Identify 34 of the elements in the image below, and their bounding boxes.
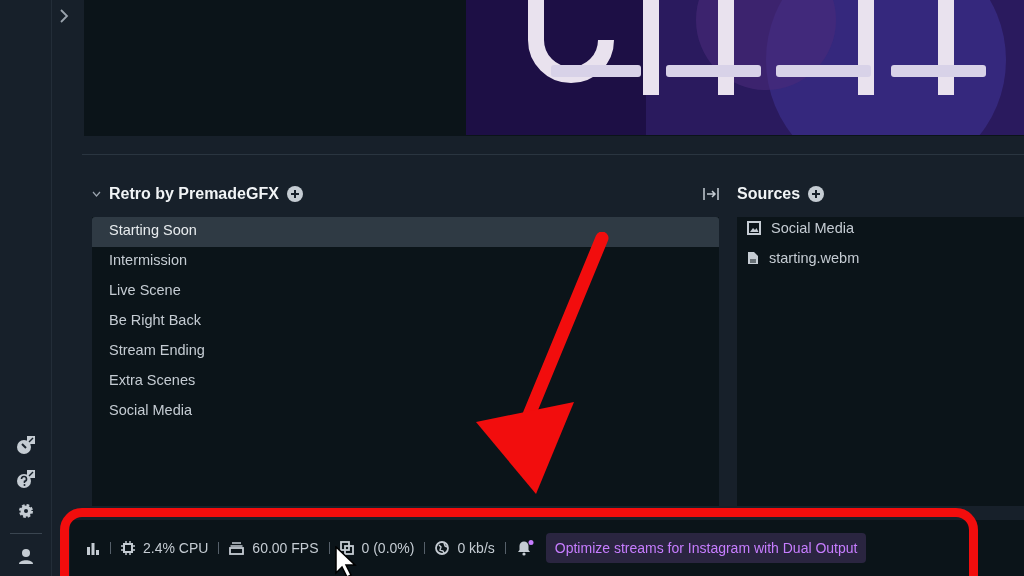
settings-icon[interactable] [17, 503, 34, 519]
sources-title: Sources [737, 185, 801, 203]
scene-item[interactable]: Stream Ending [92, 337, 719, 367]
fps-reading: 60.00 FPS [252, 540, 319, 556]
scene-item[interactable]: Be Right Back [92, 307, 719, 337]
dual-output-banner[interactable]: Optimize streams for Instagram with Dual Output [545, 533, 867, 563]
scene-item[interactable]: Extra Scenes [92, 367, 719, 397]
scene-item[interactable]: Live Scene [92, 277, 719, 307]
stats-icon[interactable] [86, 541, 100, 555]
mouse-cursor [335, 546, 357, 576]
add-icon[interactable] [286, 186, 303, 202]
scene-item[interactable]: Intermission [92, 247, 719, 277]
frames-icon [229, 541, 245, 555]
dropped-frames: 0 (0.0%) [361, 540, 415, 556]
file-icon [747, 251, 759, 265]
guide-link-icon[interactable] [15, 435, 36, 455]
scene-collection-title[interactable]: Retro by PremadeGFX [109, 185, 279, 203]
collapse-icon[interactable] [92, 191, 101, 197]
source-item[interactable]: starting.webm [769, 250, 860, 266]
cpu-icon [121, 541, 135, 555]
help-link-icon[interactable] [15, 469, 36, 489]
globe-icon [435, 541, 450, 555]
add-icon[interactable] [808, 186, 825, 202]
chevron-icon[interactable] [59, 8, 69, 24]
source-item[interactable]: Social Media [771, 220, 854, 236]
user-icon[interactable] [17, 548, 34, 564]
bell-icon[interactable] [515, 540, 534, 556]
bandwidth-reading: 0 kb/s [457, 540, 495, 556]
scene-item[interactable]: Starting Soon [92, 217, 719, 247]
collapse-panel-icon[interactable] [703, 187, 719, 201]
dropped-frames-icon [339, 541, 354, 555]
scene-item[interactable]: Social Media [92, 397, 719, 427]
image-icon [747, 221, 761, 235]
cpu-usage: 2.4% CPU [143, 540, 209, 556]
